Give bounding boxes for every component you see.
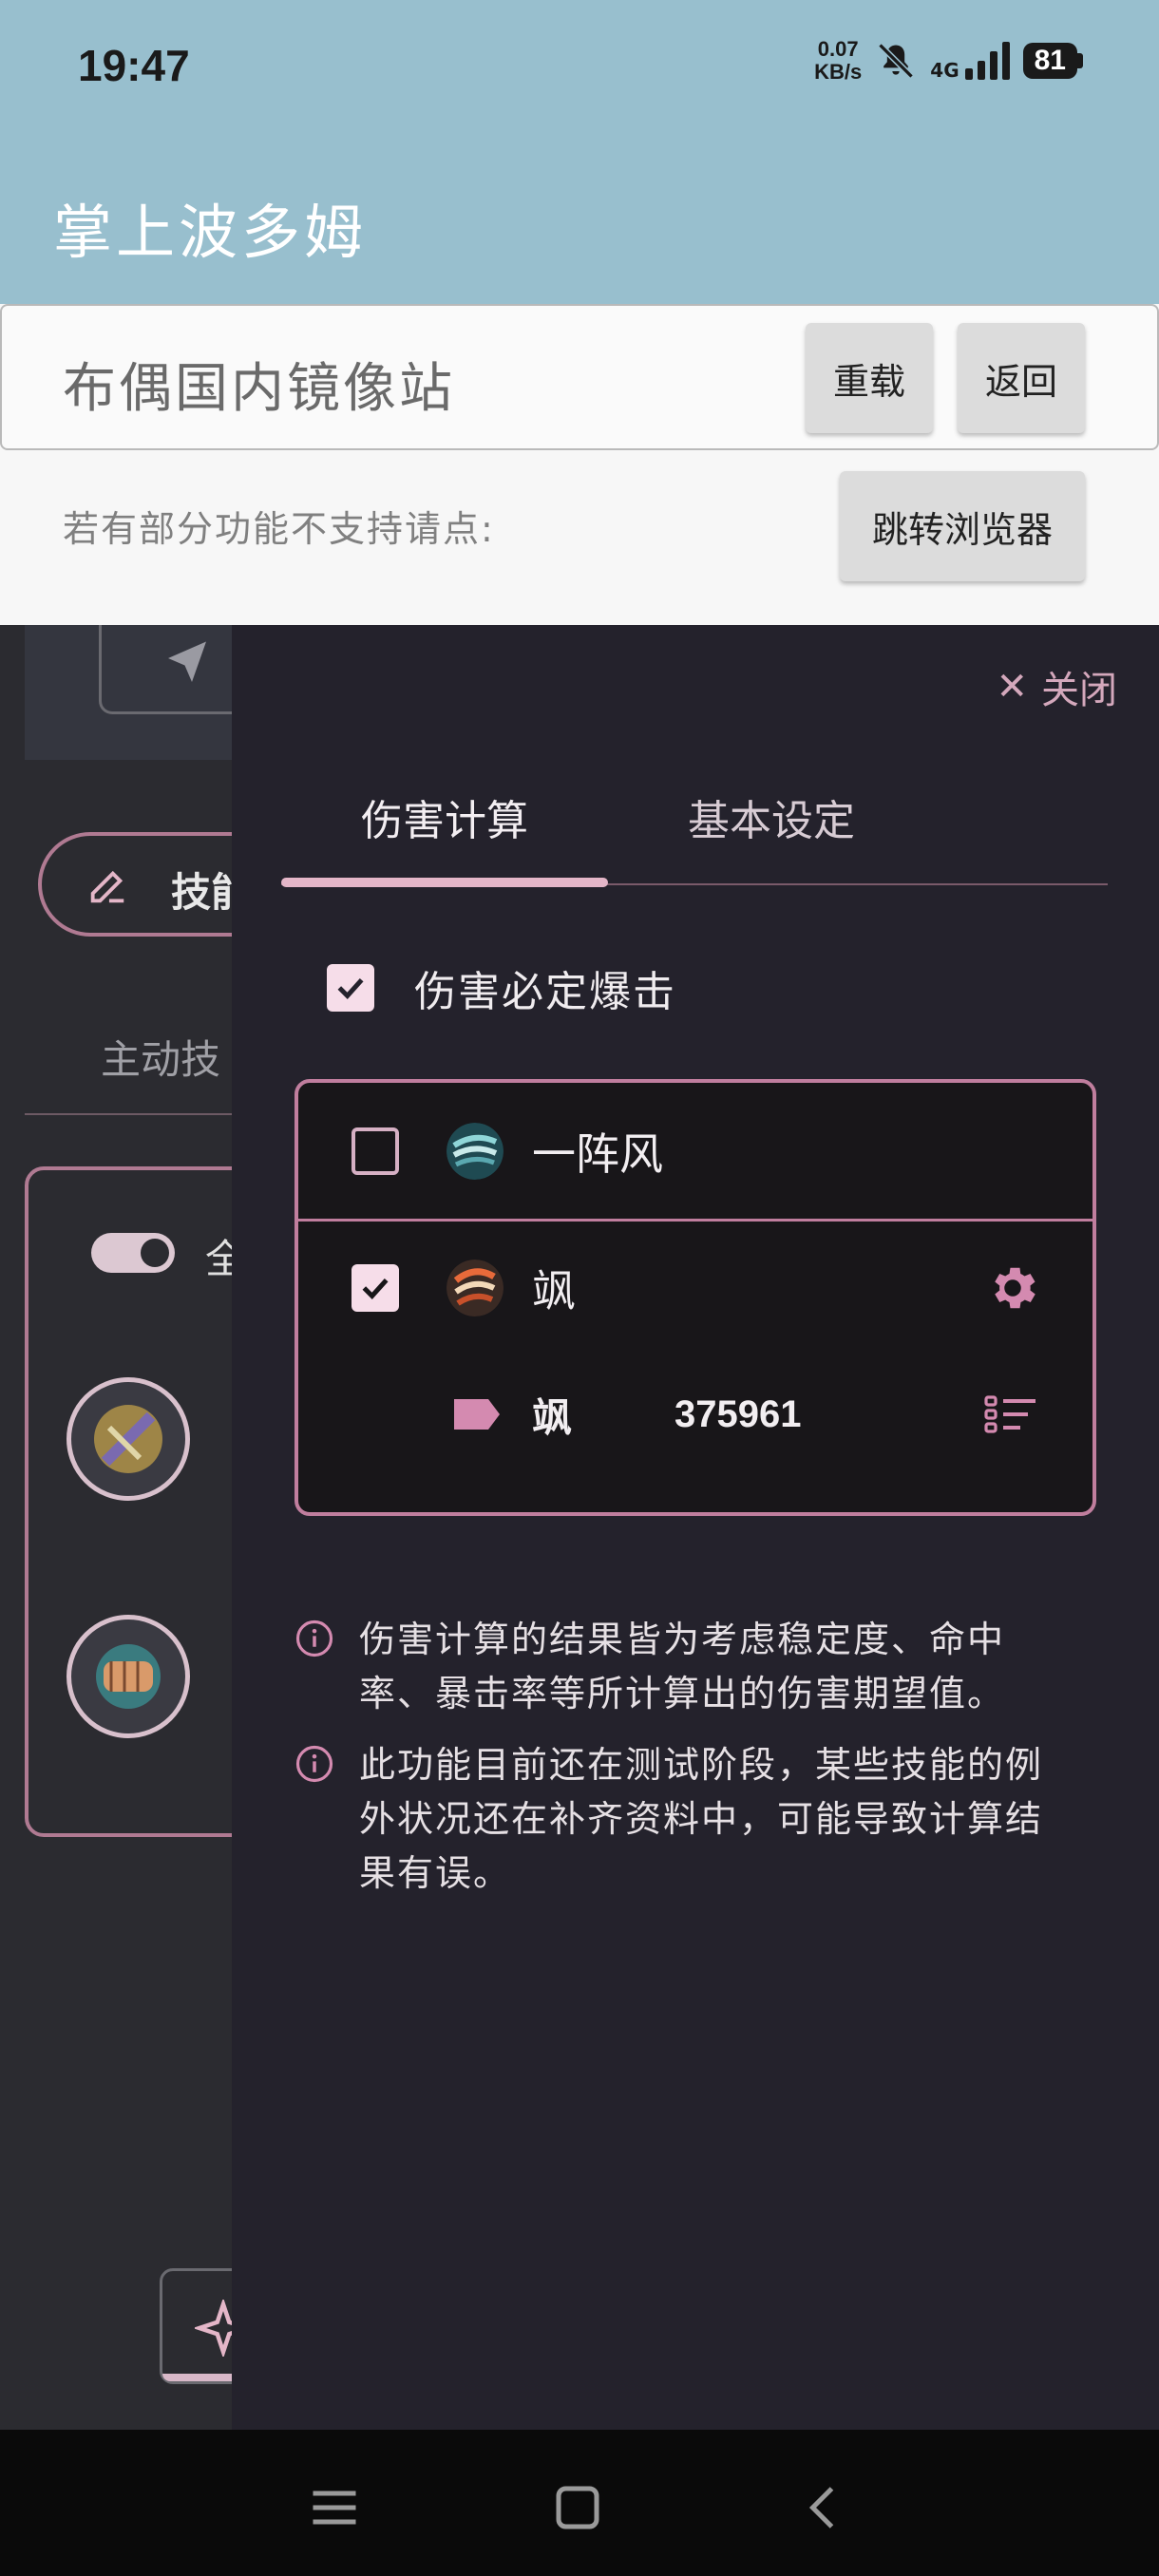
skill-list: 一阵风 飒 飒 375961 [294,1079,1096,1516]
close-label: 关闭 [1041,669,1117,712]
back-icon[interactable] [796,2479,853,2536]
tag-value: 375961 [674,1392,802,1435]
list-item[interactable]: 一阵风 [298,1083,1092,1222]
bg-skill-avatar-fist-icon[interactable] [66,1615,190,1738]
status-icons: 0.07 KB/s 4G 81 [814,38,1083,84]
app-title: 掌上波多姆 [53,198,368,267]
crit-checkbox[interactable] [327,964,374,1012]
signal-label: 4G [930,59,960,82]
pencil-icon [90,870,124,903]
tab-damage-calc[interactable]: 伤害计算 [281,786,608,881]
status-time: 19:47 [78,41,190,90]
menu-icon[interactable] [306,2479,363,2536]
skill-checkbox[interactable] [352,1127,399,1175]
note-text: 此功能目前还在测试阶段，某些技能的例外状况还在补齐资料中，可能导致计算结果有误。 [359,1744,1044,1894]
tag-icon [454,1399,500,1430]
sa-skill-icon [446,1260,504,1316]
open-browser-button[interactable]: 跳转浏览器 [840,471,1085,581]
net-speed: 0.07 KB/s [814,37,863,84]
damage-calc-drawer: ✕ 关闭 伤害计算 基本设定 伤害必定爆击 一阵风 飒 飒 375961 伤害计… [232,625,1159,2430]
battery-level: 81 [1022,43,1077,79]
bell-muted-icon [878,43,915,79]
tab-indicator [281,878,608,887]
note-item: 此功能目前还在测试阶段，某些技能的例外状况还在补齐资料中，可能导致计算结果有误。 [294,1738,1074,1901]
crit-label: 伤害必定爆击 [414,968,676,1016]
system-nav-bar [0,2430,1159,2576]
back-button[interactable]: 返回 [958,323,1085,433]
skill-name: 一阵风 [532,1127,663,1180]
notes: 伤害计算的结果皆为考虑稳定度、命中率、暴击率等所计算出的伤害期望值。 此功能目前… [294,1613,1074,1918]
note-text: 伤害计算的结果皆为考虑稳定度、命中率、暴击率等所计算出的伤害期望值。 [359,1619,1006,1714]
bg-toggle[interactable] [91,1233,175,1273]
url-text: 布偶国内镜像站 [63,358,455,420]
wind-skill-icon [446,1122,504,1180]
list-settings-icon[interactable] [982,1391,1039,1438]
gear-icon[interactable] [984,1260,1041,1316]
check-icon [337,977,364,999]
skill-name: 飒 [532,1265,576,1316]
browser-bar: 布偶国内镜像站 重载 返回 若有部分功能不支持请点: 跳转浏览器 [0,304,1159,625]
close-button[interactable]: ✕ 关闭 [996,659,1117,714]
status-bar: 19:47 0.07 KB/s 4G 81 [0,0,1159,133]
list-item[interactable]: 飒 375961 [298,1354,1092,1474]
bg-skill-avatar-sword-icon[interactable] [66,1377,190,1501]
skill-checkbox[interactable] [352,1264,399,1312]
info-icon [295,1745,333,1783]
app-header: 掌上波多姆 [0,133,1159,304]
note-item: 伤害计算的结果皆为考虑稳定度、命中率、暴击率等所计算出的伤害期望值。 [294,1613,1074,1721]
hint-text: 若有部分功能不支持请点: [63,508,495,550]
navigation-arrow-icon [168,641,206,682]
check-icon [362,1278,389,1299]
list-item[interactable]: 飒 [298,1222,1092,1354]
signal-indicator: 4G [930,42,1010,82]
close-icon: ✕ [996,665,1028,709]
signal-bars-icon [964,42,1010,80]
battery-icon: 81 [1022,43,1083,79]
crit-option[interactable]: 伤害必定爆击 [327,957,676,1018]
reload-button[interactable]: 重载 [806,323,933,433]
tag-name: 飒 [532,1393,573,1441]
home-icon[interactable] [549,2479,606,2536]
bg-tab-active-skill[interactable]: 主动技 [101,1028,220,1086]
tab-basic-settings[interactable]: 基本设定 [608,786,935,881]
drawer-tabs: 伤害计算 基本设定 [281,786,1108,887]
info-icon [295,1619,333,1657]
